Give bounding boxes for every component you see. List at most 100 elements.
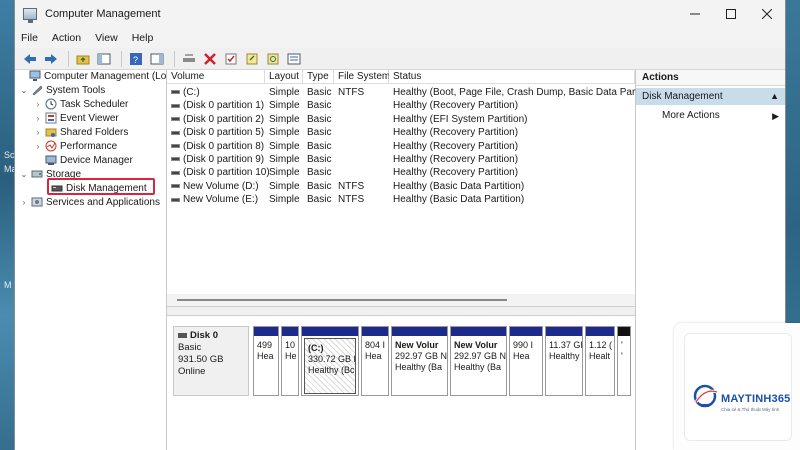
tree-item-services-applications[interactable]: › Services and Applications — [19, 195, 160, 209]
menu-help[interactable]: Help — [132, 32, 154, 44]
disk-0-label[interactable]: Disk 0 Basic 931.50 GB Online — [173, 326, 249, 396]
partition-text: Hea — [513, 351, 530, 361]
volume-cell[interactable]: Simple — [269, 140, 300, 153]
volume-cell[interactable]: (Disk 0 partition 2) — [171, 113, 264, 126]
volume-cell-text: Basic — [307, 113, 332, 125]
partition-block[interactable]: 11.37 GI Healthy — [545, 326, 583, 396]
horizontal-scrollbar[interactable] — [167, 294, 635, 306]
volume-cell[interactable]: NTFS — [338, 180, 364, 193]
maximize-button[interactable] — [713, 0, 749, 28]
volume-cell[interactable]: Basic — [307, 193, 331, 206]
volume-cell-text: (Disk 0 partition 1) — [183, 100, 265, 112]
volume-cell[interactable]: Basic — [307, 99, 331, 112]
tree-item-device-manager[interactable]: Device Manager — [43, 153, 133, 167]
highlight-box — [47, 178, 155, 195]
partition-block[interactable]: (C:) 330.72 GB N Healthy (Bc — [301, 326, 359, 396]
volume-cell[interactable]: Simple — [269, 180, 300, 193]
menu-action[interactable]: Action — [52, 32, 81, 44]
volume-cell[interactable]: Healthy (Recovery Partition) — [393, 166, 518, 179]
partition-text: Hea — [365, 351, 382, 361]
delete-button[interactable] — [201, 50, 219, 68]
partition-block[interactable]: 499 Hea — [253, 326, 279, 396]
partition-block[interactable]: 10 He — [281, 326, 299, 396]
scrollbar-thumb[interactable] — [177, 299, 507, 301]
tree-item-shared-folders[interactable]: › Shared Folders — [33, 125, 129, 139]
volume-cell[interactable]: Simple — [269, 99, 300, 112]
partition-block[interactable]: 990 I Hea — [509, 326, 543, 396]
volume-cell[interactable]: (Disk 0 partition 5) — [171, 126, 264, 139]
connect-button[interactable] — [180, 50, 198, 68]
refresh-button[interactable] — [264, 50, 282, 68]
pane-splitter[interactable] — [167, 306, 635, 316]
volume-cell[interactable]: Healthy (EFI System Partition) — [393, 113, 527, 126]
watermark-tagline: Chia sẻ & Thủ thuật Máy tính — [721, 407, 780, 412]
volume-cell[interactable]: Simple — [269, 193, 300, 206]
menu-file[interactable]: File — [21, 32, 38, 44]
volume-cell[interactable]: (Disk 0 partition 9) — [171, 153, 264, 166]
tree-item-event-viewer[interactable]: › Event Viewer — [33, 111, 119, 125]
volume-cell[interactable]: Simple — [269, 166, 300, 179]
properties-button[interactable] — [222, 50, 240, 68]
show-action-pane-button[interactable] — [148, 50, 166, 68]
up-folder-button[interactable] — [74, 50, 92, 68]
volume-cell-text: Basic — [307, 154, 332, 165]
volume-cell[interactable]: Healthy (Recovery Partition) — [393, 153, 518, 166]
help-button[interactable]: ? — [127, 50, 145, 68]
close-button[interactable] — [749, 0, 785, 28]
volume-cell[interactable]: Basic — [307, 140, 331, 153]
partition-block[interactable]: 804 I Hea — [361, 326, 389, 396]
volume-cell[interactable]: Simple — [269, 126, 300, 139]
partition-block[interactable]: New Volur 292.97 GB N Healthy (Ba — [391, 326, 448, 396]
volume-cell[interactable]: Healthy (Basic Data Partition) — [393, 180, 524, 193]
tree-item-task-scheduler[interactable]: › Task Scheduler — [33, 97, 128, 111]
volume-cell[interactable]: Basic — [307, 86, 331, 99]
tree-item-computer-management[interactable]: Computer Management (Local — [17, 70, 166, 83]
actions-disk-management[interactable]: Disk Management ▲ — [636, 88, 785, 105]
show-hide-console-tree-button[interactable] — [95, 50, 113, 68]
column-header-file-system[interactable]: File System — [334, 70, 390, 84]
export-list-button[interactable] — [243, 50, 261, 68]
column-header-volume[interactable]: Volume — [167, 70, 265, 84]
volume-cell[interactable]: Basic — [307, 180, 331, 193]
volume-cell[interactable]: Basic — [307, 126, 331, 139]
volume-cell[interactable]: Basic — [307, 166, 331, 179]
volume-cell[interactable]: Simple — [269, 86, 300, 99]
collapse-up-icon[interactable]: ▲ — [770, 88, 779, 105]
partition-block[interactable]: 1.12 (Healt — [585, 326, 615, 396]
volume-cell[interactable]: Simple — [269, 153, 300, 166]
column-header-layout[interactable]: Layout — [265, 70, 303, 84]
volume-cell[interactable]: (Disk 0 partition 1) — [171, 99, 264, 112]
performance-icon — [45, 140, 57, 152]
title-bar[interactable]: Computer Management — [15, 0, 785, 28]
volume-cell[interactable]: Basic — [307, 113, 331, 126]
volume-cell[interactable]: Healthy (Boot, Page File, Crash Dump, Ba… — [393, 86, 651, 99]
volume-cell[interactable]: NTFS — [338, 193, 364, 206]
volume-cell[interactable]: Healthy (Recovery Partition) — [393, 140, 518, 153]
column-header-type[interactable]: Type — [303, 70, 334, 84]
volume-cell[interactable]: NTFS — [338, 86, 364, 99]
tree-item-performance[interactable]: › Performance — [33, 139, 117, 153]
volume-cell[interactable]: Basic — [307, 153, 331, 166]
forward-button[interactable] — [42, 50, 60, 68]
volume-cell[interactable]: (Disk 0 partition 8) — [171, 140, 264, 153]
volume-cell[interactable]: (Disk 0 partition 10) — [171, 166, 270, 179]
view-button[interactable] — [285, 50, 303, 68]
volume-cell[interactable]: Simple — [269, 113, 300, 126]
back-button[interactable] — [21, 50, 39, 68]
shared-folder-icon — [45, 128, 57, 137]
partition-block[interactable]: New Volur 292.97 GB N Healthy (Ba — [450, 326, 507, 396]
volume-cell[interactable]: Healthy (Recovery Partition) — [393, 126, 518, 139]
more-actions-item[interactable]: More Actions ▶ — [636, 108, 785, 124]
menu-view[interactable]: View — [95, 32, 118, 44]
column-header-status[interactable]: Status — [389, 70, 635, 84]
volume-cell[interactable]: New Volume (D:) — [171, 180, 259, 193]
volume-cell[interactable]: (C:) — [171, 86, 200, 99]
console-tree: Computer Management (Local ⌄ System Tool… — [15, 70, 167, 450]
volume-cell[interactable]: Healthy (Recovery Partition) — [393, 99, 518, 112]
volume-cell[interactable]: Healthy (Basic Data Partition) — [393, 193, 524, 206]
volume-cell-text: Healthy (Recovery Partition) — [393, 140, 519, 152]
volume-cell[interactable]: New Volume (E:) — [171, 193, 258, 206]
tree-item-system-tools[interactable]: ⌄ System Tools — [19, 83, 106, 97]
partition-block[interactable]: ' ' — [617, 326, 631, 396]
minimize-button[interactable] — [677, 0, 713, 28]
